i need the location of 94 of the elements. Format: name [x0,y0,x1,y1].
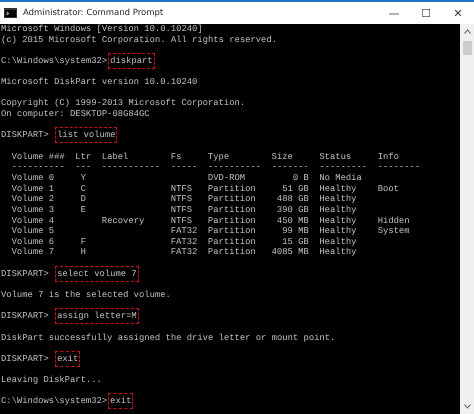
console-output: Copyright (C) 1999-2013 Microsoft Corporation. [1,98,246,108]
highlighted-command: exit [108,393,134,410]
command-prompt: DISKPART> [1,130,50,140]
maximize-button[interactable]: ☐ [410,6,442,20]
table-cell-text: Partition [208,216,257,226]
table-cell-text: D [80,194,87,205]
table-cell-text: F [80,236,87,248]
console-icon [4,8,17,18]
table-cell-text: Healthy [319,204,358,216]
column-header: Volume ### [12,152,65,162]
table-cell-text: 488 GB [276,194,309,205]
table-cell-text: Healthy [319,236,358,248]
column-separator: -------- [378,162,420,173]
console-output: Volume 7 is the selected volume. [1,290,171,300]
table-cell-text: 0 B [292,172,309,184]
table-cell-text: Partition [208,204,257,216]
table-cell-text: 450 MB [276,216,309,226]
table-cell-text: 390 GB [276,204,309,216]
table-cell-text: C [80,184,87,194]
table-cell-text: Volume 1 [12,184,56,194]
scroll-down-icon[interactable] [464,404,470,409]
highlighted-command: list volume [55,127,118,144]
table-cell-text: Partition [208,247,257,258]
column-separator: --------- [319,162,368,173]
column-separator: ---------- [208,162,261,173]
console-output: Leaving DiskPart... [1,375,102,386]
minimize-button[interactable]: — [378,6,410,20]
table-cell-text: System [378,226,411,237]
table-cell-text: Volume 7 [12,247,56,258]
table-cell-text: H [80,247,87,258]
column-header: Type [208,152,230,162]
table-cell-text: 99 MB [281,226,309,237]
table-cell-text: Volume 0 [12,172,56,184]
console-output: Microsoft Windows [Version 10.0.10240] [1,24,203,34]
table-cell-text: DVD-ROM [208,172,246,184]
table-cell-text: NTFS [170,184,194,194]
scrollbar-thumb[interactable] [462,41,472,55]
column-header: Status [319,152,352,162]
console-output: Microsoft DiskPart version 10.0.10240 [1,77,198,88]
table-cell-text: Healthy [319,226,358,237]
column-separator: ----- [170,162,198,173]
column-header: Label [102,152,130,162]
table-cell: FAT32 [170,226,198,237]
table-cell-text: Hidden [378,216,411,226]
table-cell-text: Partition [208,226,257,237]
table-cell-text: Recovery [102,216,146,226]
close-button[interactable]: ✕ [442,6,474,20]
table-cell-text: Healthy [319,194,358,205]
highlighted-command: diskpart [108,52,155,69]
column-separator: --- [75,162,92,173]
table-cell-text: E [80,204,87,216]
table-cell: FAT32 [170,247,198,258]
table-cell-text: NTFS [170,194,194,205]
column-separator: ------- [272,162,309,173]
table-cell-text: NTFS [170,216,194,226]
table-cell-text: Volume 5 [12,226,56,237]
column-separator: ---------- [12,162,65,173]
command-prompt: DISKPART> [1,354,50,364]
table-cell-text: Volume 6 [12,236,56,248]
highlighted-command: select volume 7 [55,266,139,282]
table-cell-text: 15 GB [281,236,309,248]
command-prompt: DISKPART> [1,268,50,279]
table-cell-text: Healthy [319,216,358,226]
console-output: DiskPart successfully assigned the drive letter or mount point. [1,332,336,343]
command-prompt: DISKPART> [1,311,50,322]
column-header: Ltr [75,152,92,162]
command-prompt: C:\Windows\system32> [1,396,108,406]
table-cell-text: Y [80,172,87,184]
table-cell-text: Partition [208,194,257,205]
column-header: Info [378,152,400,162]
table-cell: FAT32 [170,236,198,248]
console-output: On computer: DESKTOP-08G84GC [1,109,150,120]
table-cell-text: Volume 4 [12,216,56,226]
table-cell-text: Boot [378,184,400,194]
table-cell-text: Healthy [319,247,358,258]
table-cell-text: Volume 2 [12,194,56,205]
column-separator: ----------- [102,162,160,173]
table-cell: 4085 MB [272,247,309,258]
column-header: Size [272,152,294,162]
console-output: (c) 2015 Microsoft Corporation. All rights reserved. [1,34,277,45]
highlighted-command: exit [55,350,80,367]
table-cell-text: NTFS [170,204,194,216]
highlighted-command: assign letter=M [55,308,139,324]
table-cell-text: No Media [319,172,363,184]
window-title: Administrator: Command Prompt [23,8,164,18]
table-cell-text: Partition [208,184,257,194]
command-prompt: C:\Windows\system32> [1,56,108,66]
table-cell-text: 51 GB [281,184,309,194]
scrollbar[interactable] [460,24,474,414]
table-cell-text: Volume 3 [12,204,56,216]
table-cell-text: Healthy [319,184,358,194]
column-header: Fs [170,152,182,162]
table-cell-text: Partition [208,236,257,248]
scroll-up-icon[interactable] [464,29,470,34]
